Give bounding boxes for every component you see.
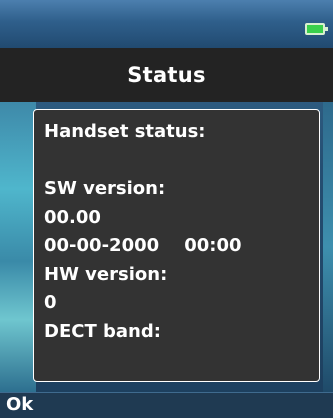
panel-heading: Handset status: xyxy=(44,121,206,142)
status-info-panel: Handset status: SW version: 00.00 00-00-… xyxy=(33,109,320,382)
sw-date-time: 00-00-2000 00:00 xyxy=(44,235,242,256)
title-bar: Status xyxy=(0,48,333,102)
battery-full-icon xyxy=(305,23,328,35)
handset-screen: Status Handset status: SW version: 00.00… xyxy=(0,0,333,418)
sw-version-value: 00.00 xyxy=(44,206,101,228)
page-title: Status xyxy=(127,63,206,87)
background-wallpaper-left xyxy=(0,102,36,392)
sw-version-label: SW version: xyxy=(44,178,166,199)
status-strip xyxy=(0,0,333,48)
dect-band-label: DECT band: xyxy=(44,320,161,342)
softkey-bar: Ok xyxy=(0,392,333,418)
ok-softkey[interactable]: Ok xyxy=(6,394,33,415)
hw-version-label: HW version: xyxy=(44,263,168,285)
background-wallpaper-right xyxy=(323,102,333,392)
hw-version-value: 0 xyxy=(44,292,57,313)
